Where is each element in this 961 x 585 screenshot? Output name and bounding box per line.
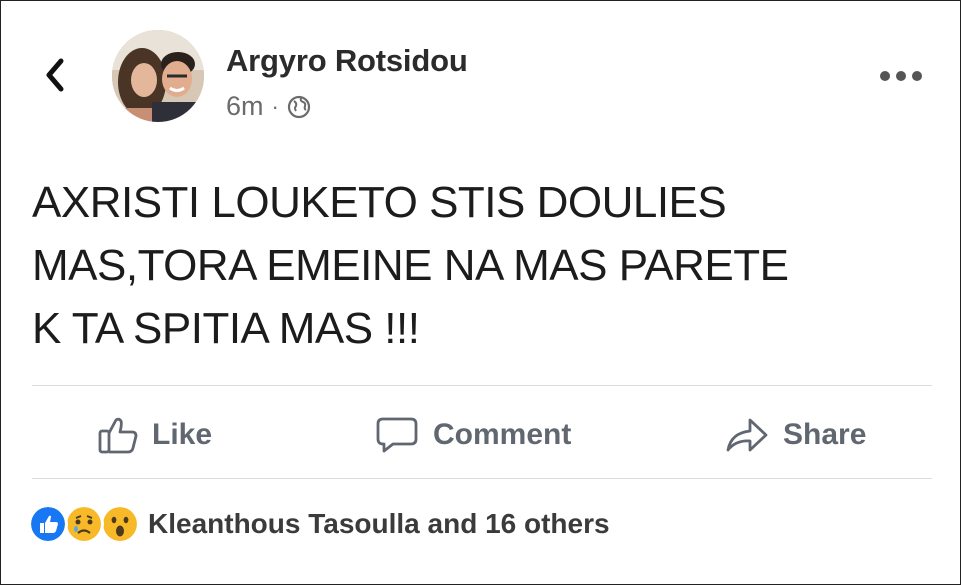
more-options-button[interactable] — [871, 61, 931, 91]
reactions-summary[interactable]: Kleanthous Tasoulla and 16 others — [148, 508, 610, 540]
sad-reaction-icon — [64, 504, 104, 544]
ellipsis-icon — [880, 71, 922, 81]
share-label: Share — [783, 418, 867, 451]
divider-bottom — [32, 478, 932, 479]
back-button[interactable] — [33, 53, 77, 97]
reactions-row[interactable]: Kleanthous Tasoulla and 16 others — [28, 504, 610, 544]
globe-icon[interactable] — [287, 95, 311, 119]
post-body: AXRISTI LOUKETO STIS DOULIES MAS,TORA EM… — [32, 178, 789, 353]
post-time[interactable]: 6m — [226, 91, 264, 122]
like-reaction-icon — [28, 504, 68, 544]
thumbs-up-icon — [98, 417, 138, 454]
divider-top — [32, 385, 932, 386]
like-label: Like — [152, 418, 213, 451]
post-meta: 6m · — [226, 91, 311, 122]
share-button[interactable]: Share — [725, 393, 866, 477]
like-button[interactable]: Like — [98, 393, 212, 477]
wow-reaction-icon — [100, 504, 140, 544]
action-bar: Like Comment Share — [32, 393, 932, 477]
post-card: Argyro Rotsidou 6m · AXRISTI LOUKETO STI… — [0, 0, 961, 585]
avatar-photo — [112, 30, 204, 122]
comment-button[interactable]: Comment — [375, 393, 571, 477]
chevron-left-icon — [46, 58, 64, 92]
reaction-icons — [28, 504, 142, 544]
comment-label: Comment — [433, 418, 572, 451]
share-arrow-icon — [726, 418, 768, 452]
comment-icon — [376, 417, 418, 453]
author-name[interactable]: Argyro Rotsidou — [226, 43, 468, 79]
meta-separator: · — [271, 93, 279, 119]
avatar[interactable] — [112, 30, 204, 122]
